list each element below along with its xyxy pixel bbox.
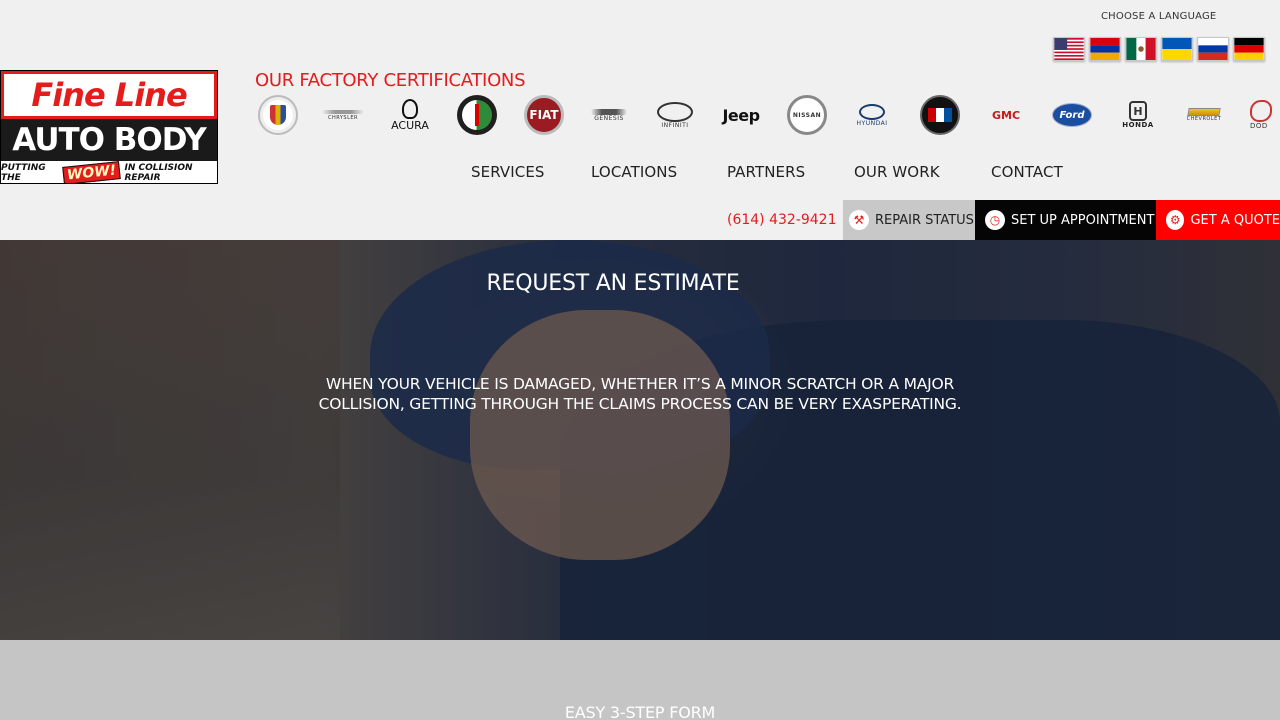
wrench-icon: ⚒ <box>849 210 869 230</box>
nissan-logo-icon: NISSAN <box>786 94 828 136</box>
ukraine-flag-icon[interactable] <box>1161 37 1193 61</box>
dodge-logo-icon: DOD <box>1250 94 1280 136</box>
certifications-title: OUR FACTORY CERTIFICATIONS <box>255 70 526 91</box>
buick-logo-icon <box>919 94 961 136</box>
chevrolet-logo-icon: CHEVROLET <box>1182 94 1226 136</box>
chrysler-logo-icon: CHRYSLER <box>322 94 364 136</box>
infiniti-logo-icon: INFINITI <box>653 94 697 136</box>
clock-icon: ◷ <box>985 210 1005 230</box>
gmc-logo-icon: GMC <box>991 108 1021 122</box>
phone-link[interactable]: (614) 432-9421 <box>727 212 837 228</box>
mexico-flag-icon[interactable] <box>1125 37 1157 61</box>
nav-contact[interactable]: CONTACT <box>991 163 1063 181</box>
cadillac-logo-icon <box>258 94 298 136</box>
hero-image-overlay <box>0 240 1280 640</box>
nav-partners[interactable]: PARTNERS <box>727 163 805 181</box>
fiat-logo-icon: FIAT <box>523 94 565 136</box>
nav-locations[interactable]: LOCATIONS <box>591 163 677 181</box>
hero-title: REQUEST AN ESTIMATE <box>486 271 740 296</box>
gear-icon: ⚙ <box>1166 210 1185 230</box>
set-up-appointment-button[interactable]: ◷ SET UP APPOINTMENT <box>975 200 1156 240</box>
site-logo[interactable]: Fine Line AUTO BODY PUTTING THE WOW! IN … <box>0 70 218 184</box>
language-label: CHOOSE A LANGUAGE <box>1101 11 1217 22</box>
alfa-romeo-logo-icon <box>456 94 498 136</box>
repair-status-button[interactable]: ⚒ REPAIR STATUS <box>843 200 975 240</box>
site-header: CHOOSE A LANGUAGE Fine Line AUTO BODY PU… <box>0 0 1280 240</box>
form-title: EASY 3-STEP FORM <box>564 703 716 720</box>
nav-our-work[interactable]: OUR WORK <box>854 163 940 181</box>
armenia-flag-icon[interactable] <box>1089 37 1121 61</box>
genesis-logo-icon: GENESIS <box>586 94 632 136</box>
hero-description: WHEN YOUR VEHICLE IS DAMAGED, WHETHER IT… <box>318 375 962 413</box>
honda-logo-icon: H HONDA <box>1116 94 1160 136</box>
us-flag-icon[interactable] <box>1053 37 1085 61</box>
brand-logos: CHRYSLER ACURA FIAT GENESIS INFINITI Jee… <box>256 94 1280 138</box>
russia-flag-icon[interactable] <box>1197 37 1229 61</box>
hyundai-logo-icon: HYUNDAI <box>850 94 894 136</box>
language-flags <box>1053 37 1265 61</box>
get-a-quote-button[interactable]: ⚙ GET A QUOTE <box>1156 200 1280 240</box>
nav-services[interactable]: SERVICES <box>471 163 545 181</box>
germany-flag-icon[interactable] <box>1233 37 1265 61</box>
estimate-form-section: EASY 3-STEP FORM <box>0 640 1280 720</box>
logo-line1: Fine Line <box>31 76 187 114</box>
ford-logo-icon: Ford <box>1050 94 1094 136</box>
logo-line2: AUTO BODY <box>12 122 206 158</box>
jeep-logo-icon: Jeep <box>722 105 760 125</box>
logo-tagline: PUTTING THE WOW! IN COLLISION REPAIR <box>1 161 217 183</box>
hero-banner: REQUEST AN ESTIMATE WHEN YOUR VEHICLE IS… <box>0 240 1280 640</box>
acura-logo-icon: ACURA <box>389 94 431 136</box>
